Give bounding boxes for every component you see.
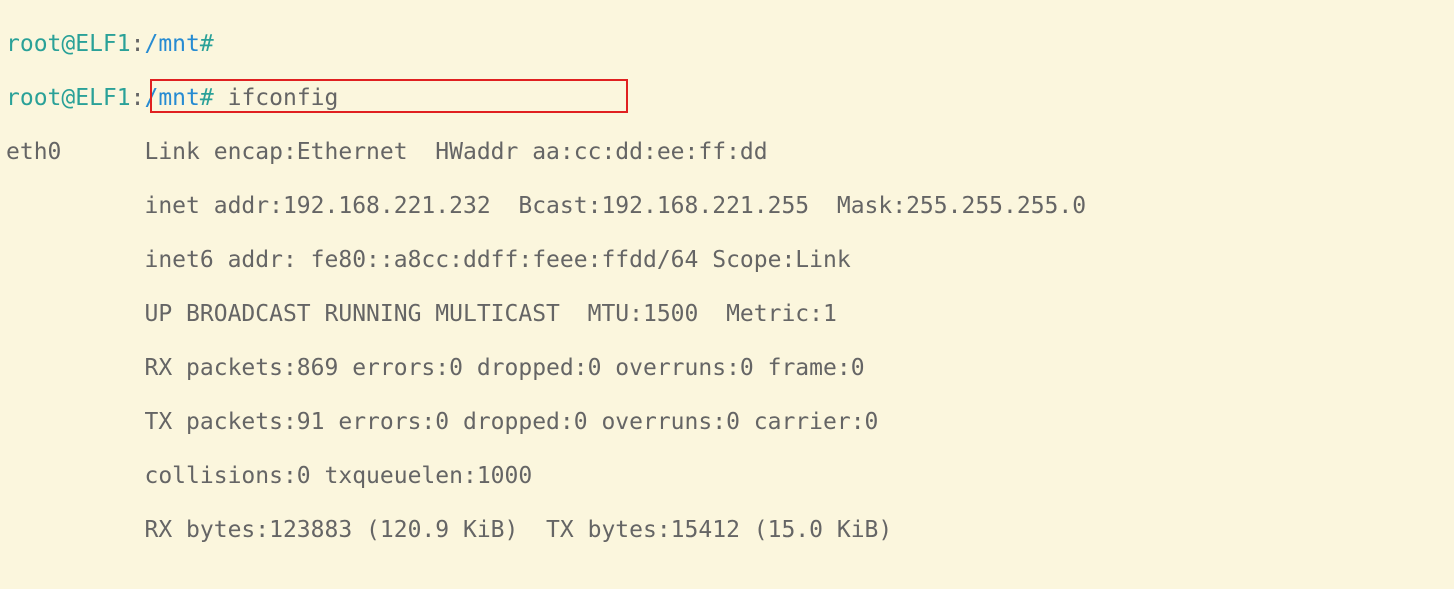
blank-line xyxy=(6,571,1448,589)
prompt-colon: : xyxy=(131,31,145,57)
eth0-line-8: RX bytes:123883 (120.9 KiB) TX bytes:154… xyxy=(6,517,1448,544)
eth0-line-7: collisions:0 txqueuelen:1000 xyxy=(6,463,1448,490)
prompt-user-host: root@ELF1 xyxy=(6,85,131,111)
eth0-line-5: RX packets:869 errors:0 dropped:0 overru… xyxy=(6,355,1448,382)
prompt-hash: # xyxy=(200,31,214,57)
eth0-collisions: collisions:0 txqueuelen:1000 xyxy=(144,463,532,489)
eth0-inet-rest: Bcast:192.168.221.255 Mask:255.255.255.0 xyxy=(505,193,1087,219)
eth0-inet-addr: inet addr:192.168.221.232 xyxy=(144,193,504,219)
prompt-hash: # xyxy=(200,85,214,111)
command-ifconfig: ifconfig xyxy=(228,85,339,111)
prompt-colon: : xyxy=(131,85,145,111)
eth0-inet6: inet6 addr: fe80::a8cc:ddff:feee:ffdd/64… xyxy=(144,247,850,273)
iface-eth0: eth0 xyxy=(6,139,61,165)
eth0-line-2: inet addr:192.168.221.232 Bcast:192.168.… xyxy=(6,193,1448,220)
prompt-line-2[interactable]: root@ELF1:/mnt# ifconfig xyxy=(6,85,1448,112)
prompt-line-1[interactable]: root@ELF1:/mnt# xyxy=(6,31,1448,58)
prompt-path: /mnt xyxy=(144,31,199,57)
eth0-tx-packets: TX packets:91 errors:0 dropped:0 overrun… xyxy=(144,409,878,435)
prompt-path: /mnt xyxy=(144,85,199,111)
eth0-line-4: UP BROADCAST RUNNING MULTICAST MTU:1500 … xyxy=(6,301,1448,328)
eth0-bytes: RX bytes:123883 (120.9 KiB) TX bytes:154… xyxy=(144,517,892,543)
eth0-link: Link encap:Ethernet HWaddr aa:cc:dd:ee:f… xyxy=(144,139,767,165)
eth0-rx-packets: RX packets:869 errors:0 dropped:0 overru… xyxy=(144,355,864,381)
eth0-flags: UP BROADCAST RUNNING MULTICAST MTU:1500 … xyxy=(144,301,836,327)
eth0-line-3: inet6 addr: fe80::a8cc:ddff:feee:ffdd/64… xyxy=(6,247,1448,274)
eth0-line-1: eth0 Link encap:Ethernet HWaddr aa:cc:dd… xyxy=(6,139,1448,166)
terminal-output: root@ELF1:/mnt# root@ELF1:/mnt# ifconfig… xyxy=(0,0,1454,589)
prompt-user-host: root@ELF1 xyxy=(6,31,131,57)
eth0-line-6: TX packets:91 errors:0 dropped:0 overrun… xyxy=(6,409,1448,436)
